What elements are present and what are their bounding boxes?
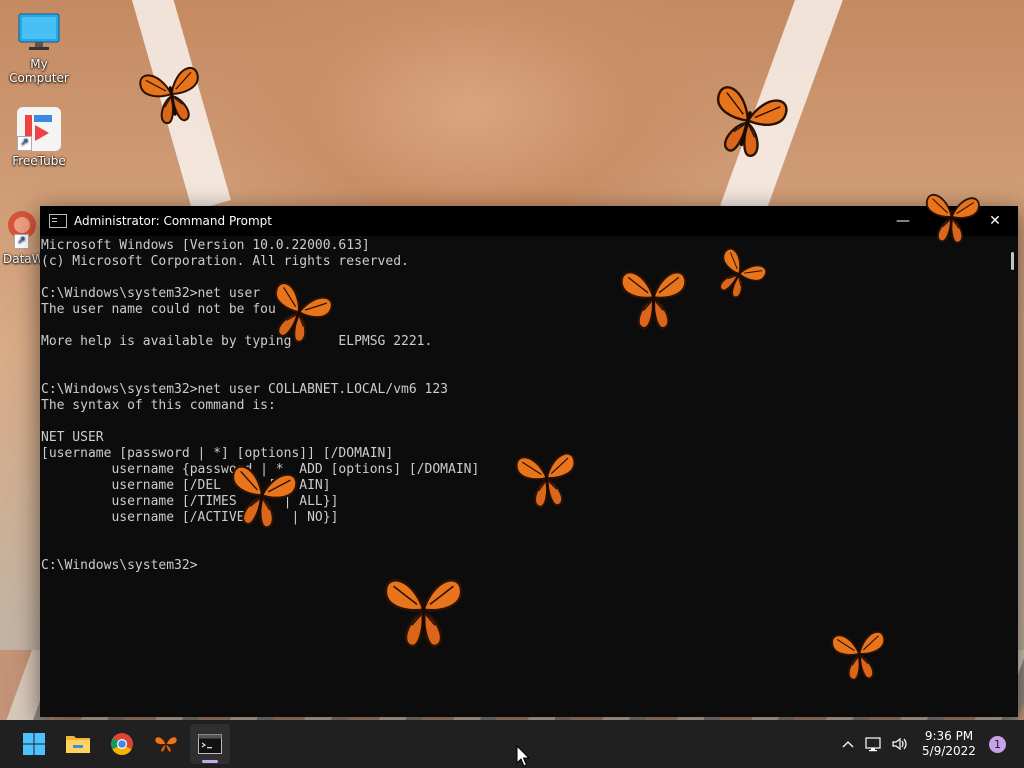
datawi-icon: ↗ [0,205,44,249]
desktop-icon-datawi[interactable]: ↗ DataWi [0,205,44,266]
console-line: C:\Windows\system32>net user [41,286,261,301]
butterfly-icon [831,630,886,681]
freetube-icon: ↗ [17,107,61,151]
butterfly-icon [384,579,463,648]
start-button[interactable] [14,724,54,764]
file-explorer-button[interactable] [58,724,98,764]
desktop-icon-label: DataWi [3,252,44,266]
console-line: C:\Windows\system32> [41,558,198,573]
volume-button[interactable] [887,728,913,760]
terminal-icon [198,734,222,754]
window-title: Administrator: Command Prompt [74,214,272,228]
desktop-icon-my-computer[interactable]: My Computer [0,10,78,85]
console-line: The syntax of this command is: [41,398,276,413]
chrome-icon [111,733,133,755]
close-icon: ✕ [989,213,1001,229]
minimize-icon: — [896,213,910,229]
command-prompt-taskbar-button[interactable] [190,724,230,764]
clock-time: 9:36 PM [924,729,974,743]
console-line: (c) Microsoft Corporation. All rights re… [41,254,409,269]
network-icon [865,737,881,752]
butterfly-icon [139,66,199,125]
butterfly-icon [154,736,178,753]
scrollbar-thumb[interactable] [1011,252,1014,270]
network-button[interactable] [861,728,887,760]
monitor-icon [17,10,61,54]
butterfly-app-button[interactable] [146,724,186,764]
console-line: NET USER [41,430,104,445]
desktop-icon-label: FreeTube [12,154,66,168]
window-titlebar[interactable]: Administrator: Command Prompt — ✕ [40,206,1018,236]
butterfly-icon [925,193,980,244]
desktop-icon-freetube[interactable]: ↗ FreeTube [0,107,78,168]
shortcut-arrow-icon: ↗ [17,136,32,151]
show-hidden-icons-button[interactable] [835,728,861,760]
chrome-button[interactable] [102,724,142,764]
folder-icon [66,736,90,753]
windows-icon [23,733,45,755]
console-line: More help is available by typing ELPMSG … [41,334,433,349]
butterfly-icon [232,465,298,529]
clock-button[interactable]: 9:36 PM 5/9/2022 [913,729,985,759]
shortcut-arrow-icon: ↗ [14,234,29,249]
butterfly-icon [620,271,687,330]
console-line: The user name could not be fou [41,302,276,317]
clock-date: 5/9/2022 [922,744,976,758]
terminal-icon [49,214,67,228]
console-line: C:\Windows\system32>net user COLLABNET.L… [41,382,448,397]
chevron-up-icon [842,741,854,748]
speaker-icon [892,737,907,751]
notification-badge[interactable]: 1 [989,735,1006,753]
console-line: Microsoft Windows [Version 10.0.22000.61… [41,238,370,253]
desktop-icon-label: My Computer [9,57,69,85]
taskbar: 9:36 PM 5/9/2022 1 [0,720,1024,768]
mouse-cursor-icon [516,745,530,767]
butterfly-icon [515,452,576,508]
